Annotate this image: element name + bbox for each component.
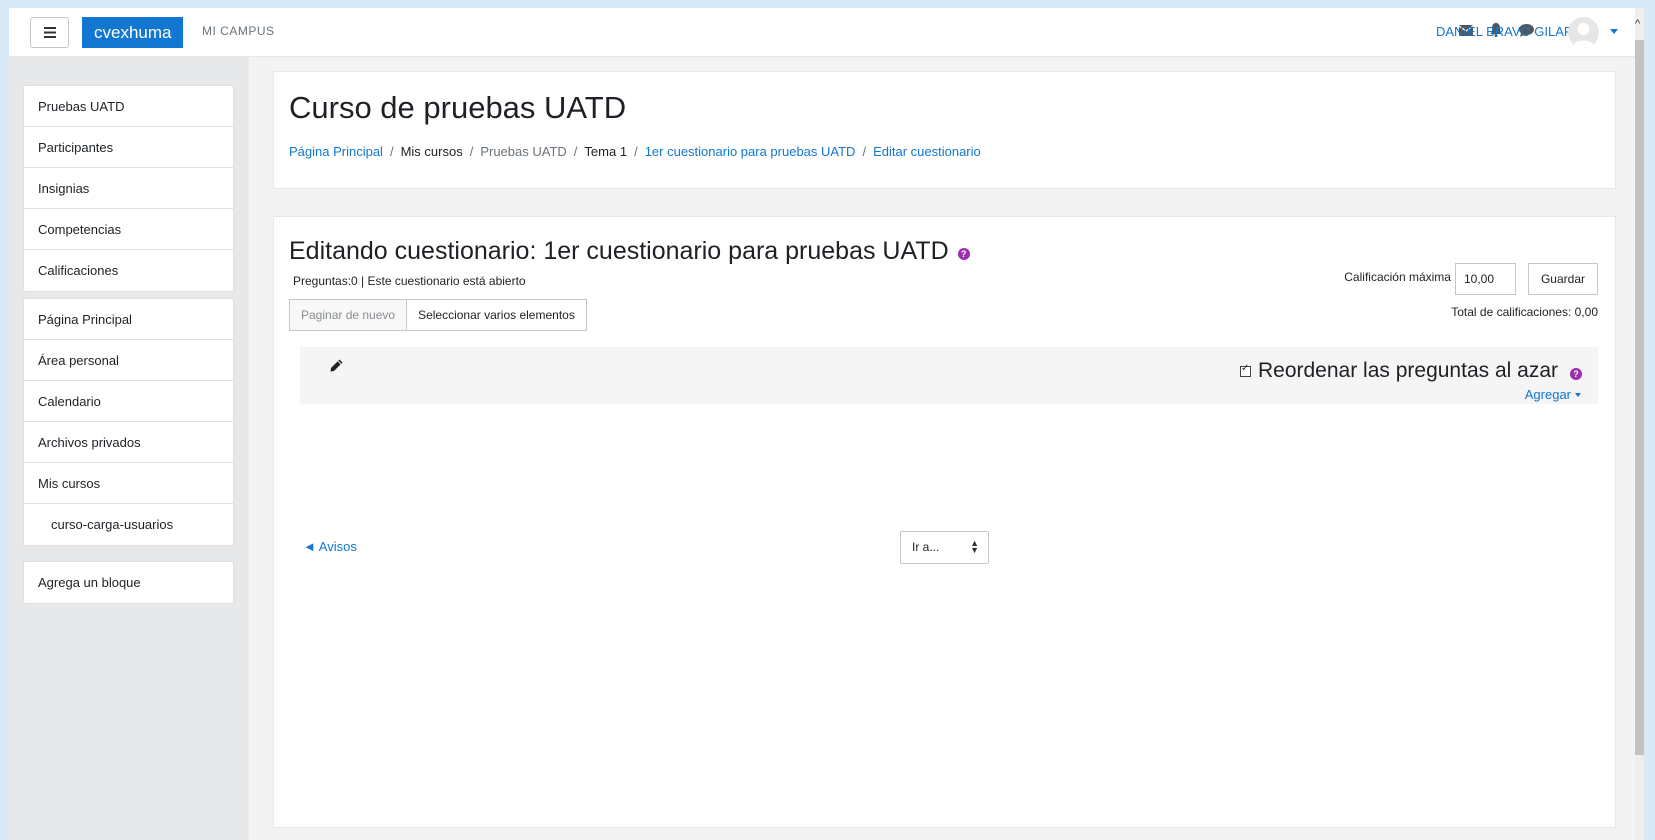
shuffle-label: Reordenar las preguntas al azar: [1257, 359, 1558, 382]
help-icon[interactable]: ?: [957, 247, 970, 260]
breadcrumb-home[interactable]: Página Principal: [289, 144, 383, 159]
help-icon[interactable]: ?: [1570, 368, 1582, 380]
total-marks: Total de calificaciones: 0,00: [1451, 305, 1598, 319]
max-grade-input[interactable]: [1454, 263, 1516, 295]
breadcrumb-quiz[interactable]: 1er cuestionario para pruebas UATD: [645, 144, 856, 159]
navbar: cvexhuma MI CAMPUS DANIEL BRAVO GILAR: [9, 8, 1644, 57]
quiz-section: Reordenar las preguntas al azar ? Agrega…: [300, 347, 1598, 404]
add-label: Agregar: [1524, 387, 1571, 402]
user-avatar[interactable]: [1568, 17, 1599, 48]
nav-item-my-courses[interactable]: Mis cursos: [24, 463, 233, 504]
nav-item-dashboard[interactable]: Área personal: [24, 340, 233, 381]
browser-viewport: cvexhuma MI CAMPUS DANIEL BRAVO GILAR ^: [9, 8, 1644, 840]
breadcrumb-my-courses: Mis cursos: [400, 144, 463, 159]
site-home-link[interactable]: MI CAMPUS: [202, 24, 275, 38]
breadcrumb-edit-quiz[interactable]: Editar cuestionario: [873, 144, 981, 159]
site-brand[interactable]: cvexhuma: [82, 17, 184, 48]
repaginate-button[interactable]: Paginar de nuevo: [289, 299, 408, 331]
drawer-toggle-button[interactable]: [30, 17, 69, 48]
nav-item-calendar[interactable]: Calendario: [24, 381, 233, 422]
quiz-edit-heading: Editando cuestionario: 1er cuestionario …: [289, 237, 970, 266]
breadcrumb-separator: /: [573, 144, 578, 159]
menu-icon: [43, 27, 56, 38]
save-grade-button[interactable]: Guardar: [1527, 263, 1598, 295]
user-menu-caret-icon[interactable]: [1610, 29, 1618, 34]
site-nav-group: Página Principal Área personal Calendari…: [23, 298, 234, 546]
jump-to-select[interactable]: Ir a... ▲ ▼: [900, 531, 989, 564]
add-menu-link[interactable]: Agregar: [1525, 387, 1581, 402]
page-title: Curso de pruebas UATD: [289, 90, 627, 125]
breadcrumb: Página Principal / Mis cursos / Pruebas …: [289, 144, 981, 159]
quiz-edit-title: Editando cuestionario: 1er cuestionario …: [289, 237, 949, 265]
nav-item-badges[interactable]: Insignias: [24, 168, 233, 209]
scroll-up-arrow-icon[interactable]: ^: [1635, 18, 1640, 30]
quiz-action-buttons: Paginar de nuevo Seleccionar varios elem…: [289, 299, 587, 331]
scrollbar-thumb[interactable]: [1635, 40, 1644, 755]
nav-item-private-files[interactable]: Archivos privados: [24, 422, 233, 463]
add-block-link[interactable]: Agrega un bloque: [24, 562, 233, 603]
max-grade-form: Calificación máxima Guardar: [1344, 263, 1598, 295]
nav-item-course-home[interactable]: Pruebas UATD: [24, 86, 233, 127]
select-multiple-button[interactable]: Seleccionar varios elementos: [407, 299, 587, 331]
prev-activity-link[interactable]: ◄ Avisos: [303, 539, 357, 554]
nav-item-competencies[interactable]: Competencias: [24, 209, 233, 250]
breadcrumb-separator: /: [634, 144, 638, 159]
quiz-edit-card: Editando cuestionario: 1er cuestionario …: [273, 216, 1616, 828]
course-nav-group: Pruebas UATD Participantes Insignias Com…: [23, 85, 234, 292]
edit-pencil-icon[interactable]: [330, 359, 343, 377]
caret-down-icon: [1575, 392, 1581, 397]
shuffle-checkbox[interactable]: [1239, 363, 1251, 377]
nav-item-grades[interactable]: Calificaciones: [24, 250, 233, 291]
add-block-group: Agrega un bloque: [23, 561, 234, 604]
nav-drawer: Pruebas UATD Participantes Insignias Com…: [9, 57, 249, 840]
jump-to-label: Ir a...: [912, 540, 940, 554]
max-grade-label: Calificación máxima: [1344, 270, 1451, 284]
quiz-status-info: Preguntas:0 | Este cuestionario está abi…: [293, 274, 526, 288]
nav-item-participants[interactable]: Participantes: [24, 127, 233, 168]
user-name-link[interactable]: DANIEL BRAVO GILAR: [1436, 24, 1573, 39]
breadcrumb-course[interactable]: Pruebas UATD: [480, 144, 566, 159]
select-arrows-icon: ▲ ▼: [970, 538, 979, 555]
nav-item-course-link[interactable]: curso-carga-usuarios: [24, 504, 233, 545]
page-scrollbar[interactable]: ^: [1635, 8, 1644, 840]
breadcrumb-separator: /: [469, 144, 474, 159]
page-header-card: Curso de pruebas UATD Página Principal /…: [273, 71, 1616, 189]
nav-item-home[interactable]: Página Principal: [24, 299, 233, 340]
user-silhouette-icon: [1572, 23, 1595, 48]
breadcrumb-separator: /: [389, 144, 394, 159]
breadcrumb-topic: Tema 1: [584, 144, 628, 159]
breadcrumb-separator: /: [862, 144, 867, 159]
shuffle-questions-option: Reordenar las preguntas al azar ?: [1239, 359, 1582, 383]
